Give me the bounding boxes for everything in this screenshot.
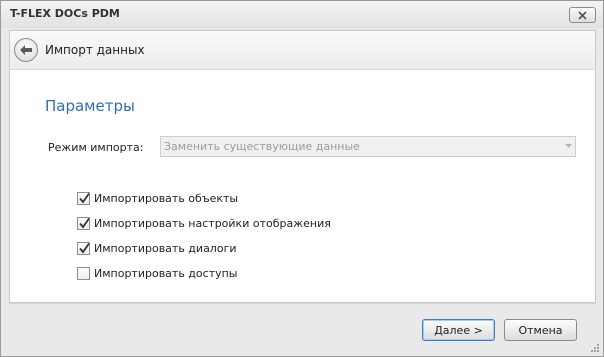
wizard-header: Импорт данных xyxy=(9,30,596,69)
next-button[interactable]: Далее > xyxy=(422,319,495,341)
title-bar[interactable]: T-FLEX DOCs PDM xyxy=(1,1,603,28)
option-import-dialogs[interactable]: Импортировать диалоги xyxy=(77,240,237,256)
import-mode-value: Заменить существующие данные xyxy=(164,140,360,153)
checkmark-icon xyxy=(79,217,90,228)
page-title: Импорт данных xyxy=(45,43,145,57)
cancel-button[interactable]: Отмена xyxy=(504,319,577,341)
chevron-down-icon xyxy=(565,144,572,148)
close-icon xyxy=(578,10,587,20)
option-import-display-settings[interactable]: Импортировать настройки отображения xyxy=(77,215,331,231)
option-import-objects[interactable]: Импортировать объекты xyxy=(77,190,238,206)
close-button[interactable] xyxy=(569,7,596,23)
resize-grip-icon[interactable] xyxy=(590,343,600,353)
option-label: Импортировать доступы xyxy=(94,266,238,280)
option-label: Импортировать диалоги xyxy=(94,241,237,255)
arrow-left-icon xyxy=(20,45,32,55)
wizard-content: Параметры Режим импорта: Заменить сущест… xyxy=(9,69,596,303)
option-label: Импортировать объекты xyxy=(94,191,239,205)
window-title: T-FLEX DOCs PDM xyxy=(10,7,120,20)
import-mode-label: Режим импорта: xyxy=(48,141,144,154)
option-label: Импортировать настройки отображения xyxy=(94,216,331,230)
section-title: Параметры xyxy=(45,97,135,115)
checkbox-import-access[interactable] xyxy=(77,266,90,280)
footer-divider xyxy=(9,303,596,304)
checkbox-import-display-settings[interactable] xyxy=(77,216,90,230)
option-import-access[interactable]: Импортировать доступы xyxy=(77,265,238,281)
back-button[interactable] xyxy=(14,38,38,62)
checkbox-import-objects[interactable] xyxy=(77,191,90,205)
checkmark-icon xyxy=(79,192,90,203)
checkmark-icon xyxy=(79,242,90,253)
import-dialog-window: T-FLEX DOCs PDM Импорт данных Параметры … xyxy=(0,0,604,357)
checkbox-import-dialogs[interactable] xyxy=(77,241,90,255)
import-mode-select[interactable]: Заменить существующие данные xyxy=(160,136,576,157)
